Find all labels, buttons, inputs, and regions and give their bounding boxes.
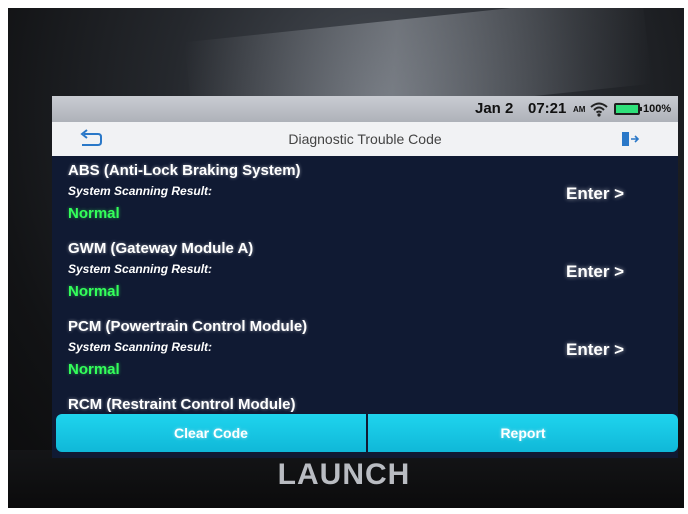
status-bar: Jan 2 07:21 AM 100%	[52, 96, 678, 122]
enter-button[interactable]: Enter >	[566, 340, 624, 360]
wifi-icon	[590, 102, 608, 117]
list-item: PCM (Powertrain Control Module) System S…	[52, 312, 678, 390]
title-bar: Diagnostic Trouble Code	[52, 122, 678, 156]
module-name: ABS (Anti-Lock Braking System)	[68, 162, 301, 179]
brand-logo: LAUNCH	[277, 458, 411, 491]
module-name: GWM (Gateway Module A)	[68, 240, 254, 257]
enter-button[interactable]: Enter >	[566, 262, 624, 282]
scan-result-label: System Scanning Result:	[68, 262, 213, 276]
module-list: ABS (Anti-Lock Braking System) System Sc…	[52, 156, 678, 412]
scan-status: Normal	[68, 283, 120, 300]
scan-result-label: System Scanning Result:	[68, 184, 213, 198]
exit-icon[interactable]	[620, 130, 640, 148]
status-date: Jan 2	[475, 100, 514, 117]
module-name: RCM (Restraint Control Module)	[68, 396, 296, 412]
list-item: GWM (Gateway Module A) System Scanning R…	[52, 234, 678, 312]
page-title: Diagnostic Trouble Code	[288, 131, 442, 147]
battery-percent: 100%	[643, 103, 672, 115]
action-bar: Clear Code Report	[56, 414, 678, 452]
battery-icon	[614, 103, 642, 115]
enter-button[interactable]: Enter >	[566, 184, 624, 204]
status-ampm: AM	[573, 105, 586, 114]
device-screen: Jan 2 07:21 AM 100% Diagnostic Trouble C…	[52, 96, 678, 458]
clear-code-button[interactable]: Clear Code	[56, 414, 366, 452]
scan-result-label: System Scanning Result:	[68, 340, 213, 354]
scan-status: Normal	[68, 205, 120, 222]
status-time: 07:21	[528, 100, 567, 117]
list-item: RCM (Restraint Control Module)	[52, 392, 678, 412]
scan-status: Normal	[68, 361, 120, 378]
list-item: ABS (Anti-Lock Braking System) System Sc…	[52, 156, 678, 234]
report-button[interactable]: Report	[368, 414, 678, 452]
module-name: PCM (Powertrain Control Module)	[68, 318, 308, 335]
